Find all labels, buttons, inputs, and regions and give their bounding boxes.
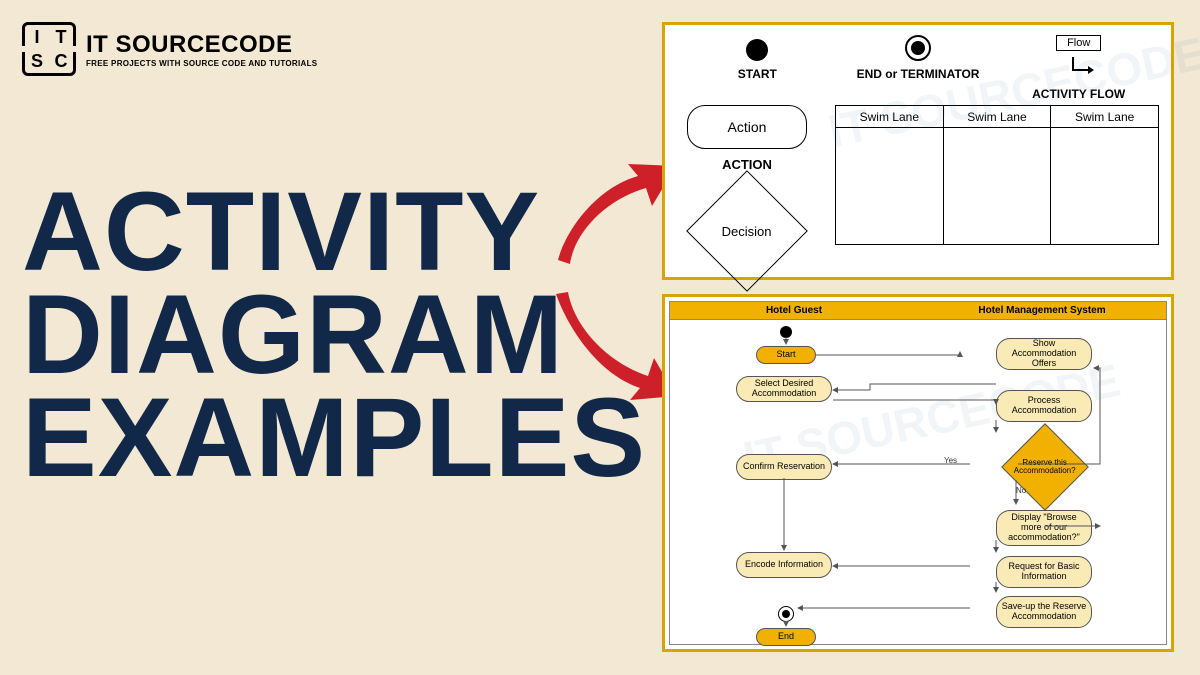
swimlane-guest: Hotel Guest Start Select Desired Accommo… — [670, 302, 918, 644]
example-panel: IT SOURCECODE Hotel Guest Start Select D… — [662, 294, 1174, 652]
decision-label: Decision — [722, 223, 772, 238]
pointer-arrow-icon — [548, 160, 678, 275]
activity-node: Encode Information — [736, 552, 832, 578]
legend-flow: Flow ACTIVITY FLOW — [998, 35, 1159, 101]
brand-name: IT SOURCECODE — [86, 31, 317, 59]
brand-text: IT SOURCECODE FREE PROJECTS WITH SOURCE … — [86, 31, 317, 68]
logo-letter: I — [25, 25, 49, 49]
activity-node: End — [756, 628, 816, 646]
end-node-icon — [905, 35, 931, 61]
legend-row-shapes: Action ACTION Decision Swim Lane Swim La… — [665, 101, 1171, 274]
logo-mark-icon: I T S C — [22, 22, 76, 76]
lane-header: Hotel Guest — [670, 302, 918, 320]
lane-body: Start Select Desired Accommodation Confi… — [670, 320, 918, 644]
legend-end: END or TERMINATOR — [838, 35, 999, 101]
swimlane-system: Hotel Management System Show Accommodati… — [918, 302, 1166, 644]
logo-letter: T — [49, 25, 73, 49]
legend-label: ACTIVITY FLOW — [1032, 87, 1125, 101]
decision-label: Reserve this Accommodation? — [1014, 459, 1076, 476]
activity-node: Select Desired Accommodation — [736, 376, 832, 402]
lane-body: Show Accommodation Offers Process Accomm… — [918, 320, 1166, 644]
flow-arrow-icon — [1064, 57, 1094, 81]
swimlane-header: Swim Lane — [1051, 106, 1159, 128]
legend-label: START — [738, 67, 777, 81]
activity-node: Show Accommodation Offers — [996, 338, 1092, 370]
activity-node: Display "Browse more of our accommodatio… — [996, 510, 1092, 546]
logo-letter: C — [49, 49, 73, 73]
activity-node: Process Accommodation — [996, 390, 1092, 422]
decision-shape: Decision — [686, 170, 808, 292]
activity-node: Request for Basic Information — [996, 556, 1092, 588]
end-node-icon — [778, 606, 794, 622]
flow-box: Flow — [1056, 35, 1101, 51]
legend-shapes-col: Action ACTION Decision — [677, 105, 817, 274]
activity-diagram-example: IT SOURCECODE Hotel Guest Start Select D… — [669, 301, 1167, 645]
decision-node: Reserve this Accommodation? — [1001, 423, 1089, 511]
legend-panel: IT SOURCECODE START END or TERMINATOR Fl… — [662, 22, 1174, 280]
action-shape: Action — [687, 105, 807, 149]
activity-node: Start — [756, 346, 816, 364]
edge-label-no: No — [1016, 486, 1026, 495]
start-node-icon — [780, 326, 792, 338]
swimlane-header: Swim Lane — [836, 106, 944, 128]
swimlane-example: Swim Lane Swim Lane Swim Lane — [835, 105, 1159, 245]
swimlane-header: Swim Lane — [943, 106, 1051, 128]
activity-node: Confirm Reservation — [736, 454, 832, 480]
edge-label-yes: Yes — [944, 456, 957, 465]
start-node-icon — [746, 39, 768, 61]
brand-tagline: FREE PROJECTS WITH SOURCE CODE AND TUTOR… — [86, 59, 317, 68]
logo-letter: S — [25, 49, 49, 73]
legend-start: START — [677, 35, 838, 101]
legend-label: END or TERMINATOR — [857, 67, 980, 81]
brand-logo: I T S C IT SOURCECODE FREE PROJECTS WITH… — [22, 22, 317, 76]
activity-node: Save-up the Reserve Accommodation — [996, 596, 1092, 628]
pointer-arrow-icon — [548, 288, 678, 413]
legend-row-symbols: START END or TERMINATOR Flow ACTIVITY FL… — [665, 25, 1171, 101]
lane-header: Hotel Management System — [918, 302, 1166, 320]
